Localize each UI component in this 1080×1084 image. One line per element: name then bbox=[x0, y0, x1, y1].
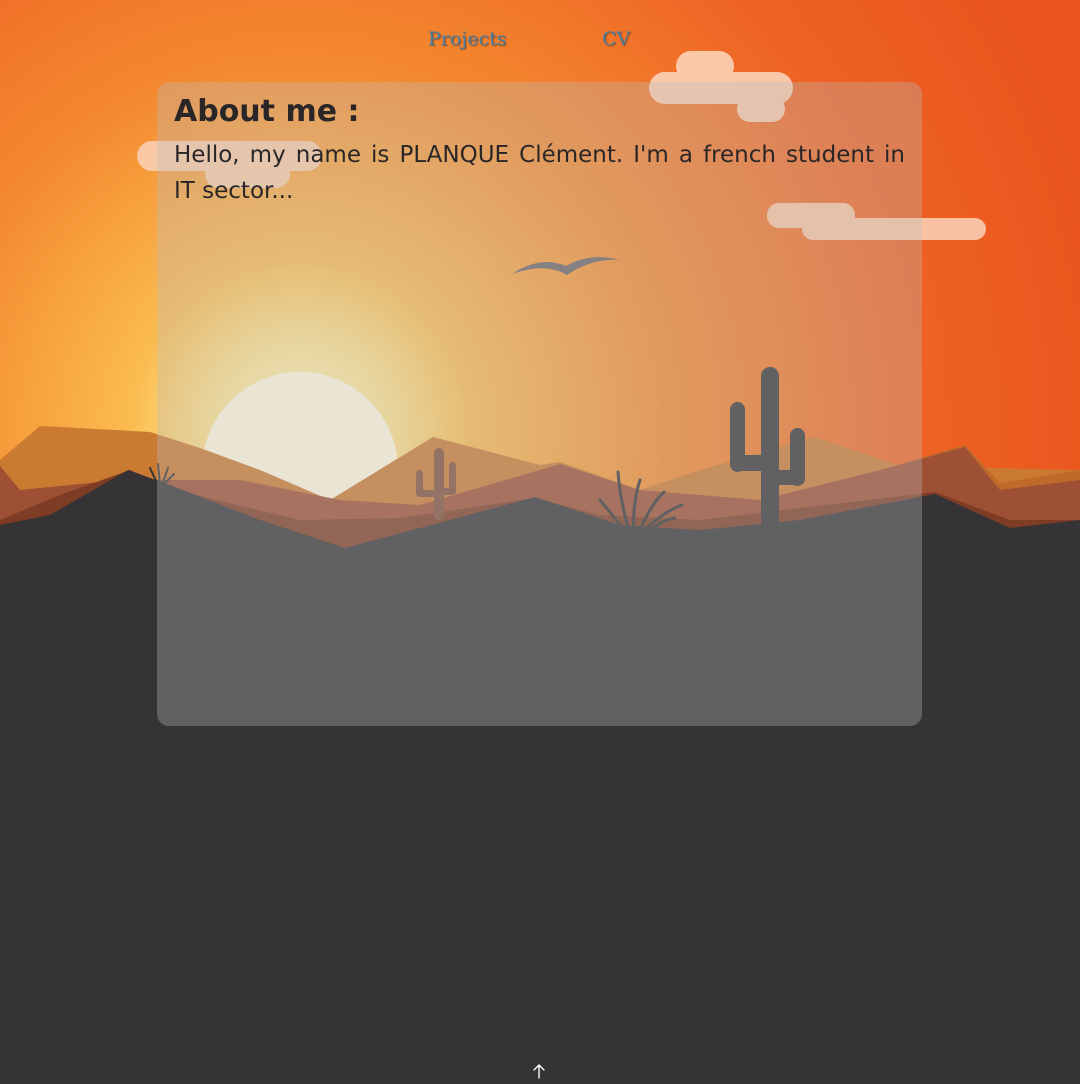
nav-link-projects[interactable]: Projects bbox=[428, 28, 506, 50]
about-card: About me : Hello, my name is PLANQUE Clé… bbox=[157, 82, 922, 726]
scroll-to-top-button[interactable] bbox=[530, 1062, 548, 1080]
nav-link-cv[interactable]: CV bbox=[602, 28, 630, 50]
about-text: Hello, my name is PLANQUE Clément. I'm a… bbox=[174, 142, 905, 204]
top-navigation: Projects CV bbox=[0, 28, 1080, 58]
about-title: About me : bbox=[174, 94, 360, 129]
arrow-up-icon bbox=[533, 1064, 545, 1079]
